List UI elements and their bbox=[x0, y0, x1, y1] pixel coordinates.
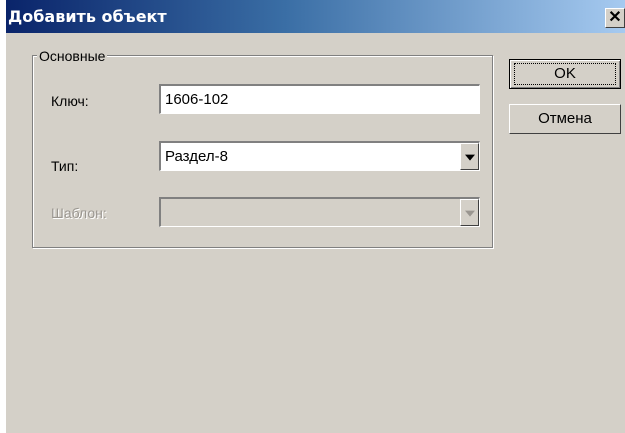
template-dropdown-button bbox=[460, 199, 479, 226]
groupbox-legend: Основные bbox=[37, 48, 108, 64]
chevron-down-icon bbox=[464, 210, 475, 217]
cancel-button[interactable]: Отмена bbox=[509, 104, 621, 134]
chevron-down-icon bbox=[464, 154, 475, 161]
ok-button[interactable]: OK bbox=[509, 59, 621, 89]
type-label: Тип: bbox=[51, 158, 79, 174]
type-select-value: Раздел-8 bbox=[165, 148, 228, 165]
type-select[interactable]: Раздел-8 bbox=[159, 141, 480, 171]
key-input[interactable]: 1606-102 bbox=[159, 84, 480, 114]
template-select bbox=[159, 197, 480, 227]
dialog-title: Добавить объект bbox=[8, 7, 167, 26]
template-label: Шаблон: bbox=[51, 205, 107, 221]
close-icon: ✕ bbox=[608, 9, 622, 26]
add-object-dialog: Добавить объект ✕ Основные Ключ: 1606-10… bbox=[6, 0, 625, 433]
key-label: Ключ: bbox=[51, 93, 89, 109]
focus-rect bbox=[514, 63, 616, 85]
type-dropdown-button[interactable] bbox=[460, 143, 479, 170]
key-input-value: 1606-102 bbox=[165, 91, 229, 108]
cancel-button-label: Отмена bbox=[538, 110, 592, 127]
close-button[interactable]: ✕ bbox=[605, 8, 625, 28]
title-bar[interactable]: Добавить объект ✕ bbox=[6, 0, 625, 33]
